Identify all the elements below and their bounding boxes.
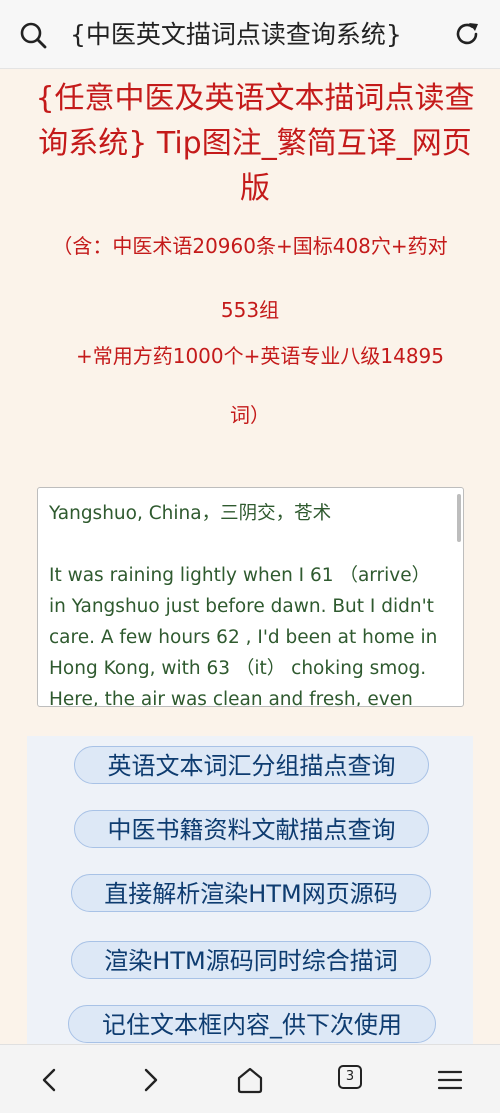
english-vocab-query-button[interactable]: 英语文本词汇分组描点查询 xyxy=(74,746,429,784)
contains-line-4: 词） xyxy=(230,403,270,427)
forward-icon[interactable] xyxy=(133,1063,167,1097)
tcm-literature-query-button[interactable]: 中医书籍资料文献描点查询 xyxy=(74,810,429,848)
textbox-scrollbar[interactable] xyxy=(457,494,461,542)
back-icon[interactable] xyxy=(33,1063,67,1097)
tabs-icon[interactable]: 3 xyxy=(338,1065,362,1089)
home-icon[interactable] xyxy=(233,1063,267,1097)
browser-bottom-bar: 3 xyxy=(0,1044,500,1113)
menu-icon[interactable] xyxy=(433,1063,467,1097)
contains-line-2: 553组 xyxy=(220,298,280,322)
contains-line-3: +常用方药1000个+英语专业八级14895 xyxy=(75,344,445,368)
render-html-and-mark-button[interactable]: 渲染HTM源码同时综合描词 xyxy=(71,941,431,979)
parse-html-source-button[interactable]: 直接解析渲染HTM网页源码 xyxy=(71,874,431,912)
browser-address-bar: {中医英文描词点读查询系统} xyxy=(0,0,500,69)
text-input-box[interactable]: Yangshuo, China，三阴交，苍术 It was raining li… xyxy=(37,487,464,707)
contains-line-1: （含：中医术语20960条+国标408穴+药对 xyxy=(52,234,448,258)
page-title[interactable]: {中医英文描词点读查询系统} xyxy=(70,18,440,52)
search-icon[interactable] xyxy=(18,20,48,50)
button-panel: 英语文本词汇分组描点查询 中医书籍资料文献描点查询 直接解析渲染HTM网页源码 … xyxy=(27,736,473,1044)
text-input-content[interactable]: Yangshuo, China，三阴交，苍术 It was raining li… xyxy=(49,498,449,706)
page-heading: {任意中医及英语文本描词点读查询系统} Tip图注_繁简互译_网页版 xyxy=(35,81,475,206)
remember-textbox-button[interactable]: 记住文本框内容_供下次使用 xyxy=(68,1005,436,1043)
page-content: {任意中医及英语文本描词点读查询系统} Tip图注_繁简互译_网页版 （含：中医… xyxy=(0,68,500,1044)
reload-icon[interactable] xyxy=(452,19,482,49)
